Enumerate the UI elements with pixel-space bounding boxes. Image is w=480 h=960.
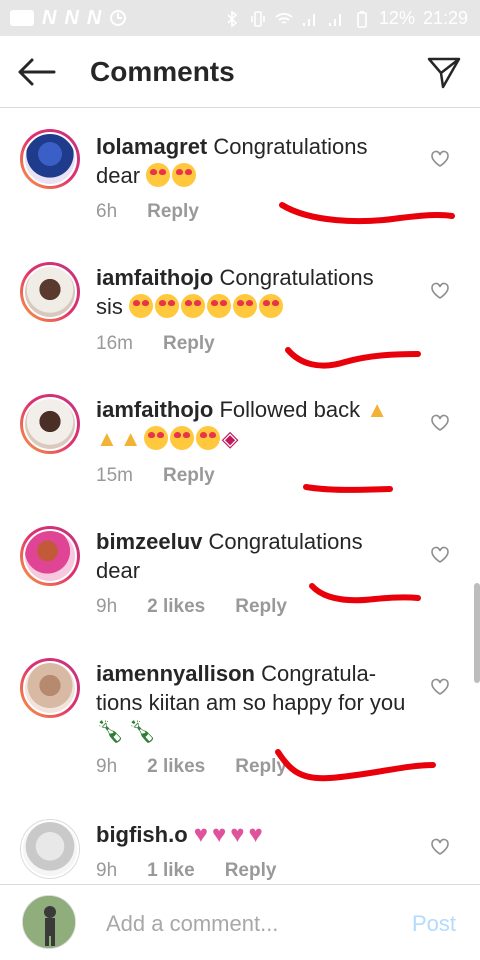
battery-percent: 12%	[378, 8, 415, 28]
comment-text: bimzeeluv Congratulations dear	[96, 527, 406, 585]
like-heart-icon[interactable]	[430, 837, 450, 857]
champagne-emoji-icon: 🍾︎	[127, 719, 156, 744]
comment-username[interactable]: iamfaithojo	[96, 265, 213, 290]
header: Comments	[0, 36, 480, 108]
add-comment-input[interactable]	[106, 909, 376, 939]
comment-composer: Post	[0, 884, 480, 960]
back-arrow-icon[interactable]	[16, 54, 56, 90]
red-scribble	[279, 202, 455, 225]
heart-eyes-emoji-icon	[169, 426, 194, 450]
comment-time: 16m	[96, 333, 133, 354]
comment-time: 9h	[96, 860, 118, 881]
avatar[interactable]	[20, 262, 80, 322]
post-button[interactable]: Post	[412, 911, 456, 937]
kiss-lips-emoji-icon: ◈	[221, 426, 239, 451]
person-silhouette-icon	[23, 896, 75, 948]
status-bar: N N N 12% 21:29	[0, 0, 480, 36]
comment-username[interactable]: lolamagret	[96, 134, 207, 159]
comment-meta: 15m Reply	[96, 465, 215, 487]
red-scribble	[275, 749, 436, 782]
heart-eyes-emoji-icon	[233, 294, 258, 318]
wifi-icon	[275, 12, 293, 24]
clock: 21:29	[422, 8, 468, 28]
reply-button[interactable]: Reply	[163, 465, 215, 487]
comment-text: lolamagret Congratulations dear	[96, 132, 406, 190]
comment-meta: 9h 2 likes Reply	[96, 596, 287, 618]
page-title: Comments	[90, 56, 235, 87]
avatar[interactable]	[20, 658, 80, 718]
heart-eyes-emoji-icon	[207, 294, 232, 318]
comment-username[interactable]: iamfaithojo	[96, 397, 213, 422]
praying-hands-emoji-icon: ▲	[119, 426, 142, 451]
pink-heart-emoji-icon: ♥	[212, 821, 227, 848]
signal-icon	[328, 13, 341, 26]
comment-time: 9h	[96, 596, 118, 617]
comment-text: iamennyallison Congratula-tions kiitan a…	[96, 659, 406, 746]
like-heart-icon[interactable]	[430, 545, 450, 565]
avatar[interactable]	[20, 819, 80, 879]
heart-eyes-emoji-icon	[129, 294, 154, 318]
red-scribble	[285, 347, 421, 369]
heart-eyes-emoji-icon	[259, 294, 284, 318]
carrier-n-icon: N	[42, 7, 57, 29]
comment-username[interactable]: bimzeeluv	[96, 529, 202, 554]
avatar[interactable]	[20, 394, 80, 454]
heart-eyes-emoji-icon	[181, 294, 206, 318]
comment-meta: 6h Reply	[96, 201, 199, 223]
heart-eyes-emoji-icon	[143, 426, 168, 450]
comment-username[interactable]: iamennyallison	[96, 661, 255, 686]
comment-time: 15m	[96, 465, 133, 486]
battery-icon	[357, 10, 367, 28]
heart-eyes-emoji-icon	[172, 163, 197, 187]
red-scribble	[303, 484, 393, 493]
pink-heart-emoji-icon: ♥	[230, 821, 245, 848]
praying-hands-emoji-icon: ▲	[366, 397, 389, 422]
likes-count[interactable]: 1 like	[147, 860, 195, 882]
pink-heart-emoji-icon: ♥	[193, 821, 209, 848]
bluetooth-icon	[227, 9, 238, 28]
comment-username[interactable]: bigfish.o	[96, 822, 188, 847]
comment-meta: 9h 1 like Reply	[96, 860, 276, 882]
carrier-n-icon: N	[86, 7, 102, 29]
vibrate-icon	[251, 10, 265, 27]
heart-eyes-emoji-icon	[155, 294, 180, 318]
like-heart-icon[interactable]	[430, 149, 450, 169]
signal-icon	[302, 13, 315, 26]
reply-button[interactable]: Reply	[163, 333, 215, 355]
comment-text: iamfaithojo Followed back ▲▲▲ ◈	[96, 395, 406, 453]
like-heart-icon[interactable]	[430, 413, 450, 433]
comment-time: 9h	[96, 756, 118, 777]
carrier-n-icon: N	[64, 7, 79, 29]
red-scribble	[309, 583, 421, 604]
avatar[interactable]	[20, 129, 80, 189]
reply-button[interactable]: Reply	[235, 756, 287, 778]
praying-hands-emoji-icon: ▲	[96, 426, 118, 451]
likes-count[interactable]: 2 likes	[147, 596, 205, 618]
reply-button[interactable]: Reply	[225, 860, 277, 882]
current-user-avatar	[22, 895, 76, 949]
likes-count[interactable]: 2 likes	[147, 756, 205, 778]
pink-heart-emoji-icon: ♥	[248, 821, 263, 848]
avatar[interactable]	[20, 526, 80, 586]
comment-time: 6h	[96, 201, 118, 222]
notification-icon	[10, 10, 34, 26]
heart-eyes-emoji-icon	[195, 426, 220, 450]
comment-body: Followed back	[219, 397, 361, 422]
champagne-emoji-icon: 🍾︎	[96, 719, 124, 744]
reply-button[interactable]: Reply	[235, 596, 287, 618]
scrollbar[interactable]	[474, 583, 480, 683]
comment-meta: 16m Reply	[96, 333, 215, 355]
comment-meta: 9h 2 likes Reply	[96, 756, 287, 778]
like-heart-icon[interactable]	[430, 677, 450, 697]
reply-button[interactable]: Reply	[147, 201, 199, 223]
comment-text: bigfish.o ♥ ♥ ♥ ♥	[96, 820, 406, 849]
direct-send-icon[interactable]	[426, 54, 462, 90]
heart-eyes-emoji-icon	[146, 163, 171, 187]
like-heart-icon[interactable]	[430, 281, 450, 301]
comment-text: iamfaithojo Congratulations sis	[96, 263, 406, 321]
sync-icon	[110, 10, 127, 26]
